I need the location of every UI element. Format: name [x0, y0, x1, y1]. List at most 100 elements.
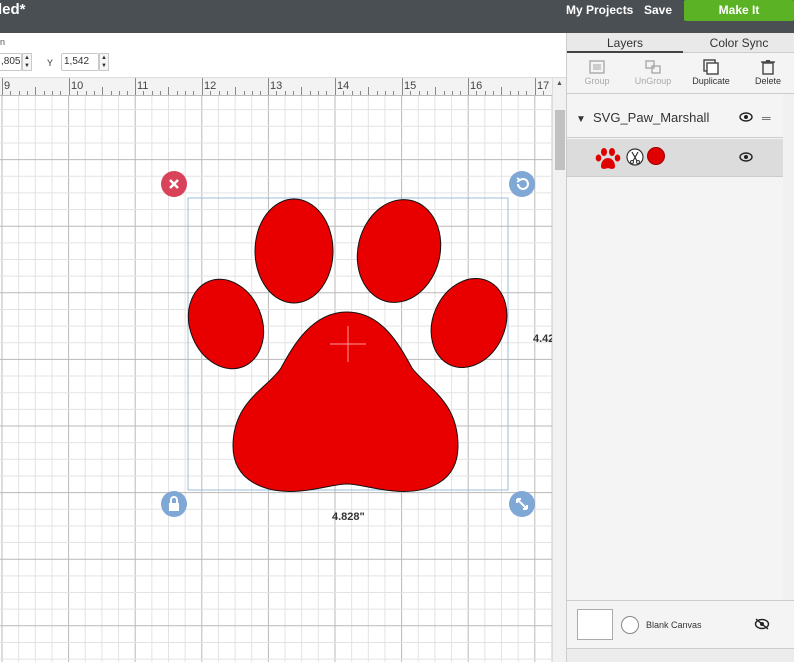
- make-it-button[interactable]: Make It: [684, 0, 794, 21]
- ruler-minor-tick: [102, 87, 103, 95]
- ruler-minor-tick: [60, 91, 61, 95]
- ruler-minor-tick: [10, 91, 11, 95]
- ruler-minor-tick: [193, 91, 194, 95]
- ruler-major-tick: [202, 78, 203, 95]
- paw-print-design[interactable]: [0, 96, 552, 662]
- paw-toe-1: [187, 278, 265, 370]
- delete-handle[interactable]: [161, 171, 187, 197]
- ruler-minor-tick: [301, 87, 302, 95]
- ruler-minor-tick: [35, 87, 36, 95]
- ruler-minor-tick: [252, 91, 253, 95]
- ruler-minor-tick: [510, 91, 511, 95]
- ruler-minor-tick: [185, 91, 186, 95]
- duplicate-label: Duplicate: [692, 76, 730, 86]
- canvas-color-swatch[interactable]: [577, 609, 613, 640]
- ruler-minor-tick: [210, 91, 211, 95]
- ruler-minor-tick: [293, 91, 294, 95]
- ruler-minor-tick: [160, 91, 161, 95]
- ungroup-button[interactable]: UnGroup: [627, 59, 679, 86]
- delete-label: Delete: [754, 76, 781, 86]
- ruler-major-tick: [402, 78, 403, 95]
- ruler-minor-tick: [227, 91, 228, 95]
- ruler-minor-tick: [393, 91, 394, 95]
- eye-hidden-icon[interactable]: [754, 618, 770, 630]
- group-button[interactable]: Group: [571, 59, 623, 86]
- blank-canvas-label: Blank Canvas: [646, 620, 702, 630]
- caret-down-icon[interactable]: ▼: [576, 114, 586, 125]
- close-icon: [169, 179, 179, 189]
- save-button[interactable]: Save: [644, 3, 672, 17]
- ruler-minor-tick: [152, 91, 153, 95]
- ruler-minor-tick: [318, 91, 319, 95]
- canvas-shape-toggle[interactable]: [621, 616, 639, 634]
- ungroup-label: UnGroup: [634, 76, 672, 86]
- trash-icon: [761, 60, 775, 75]
- y-position-input[interactable]: 1,542: [61, 53, 99, 71]
- tab-color-sync[interactable]: Color Sync: [683, 33, 794, 53]
- paw-pad: [232, 311, 459, 492]
- ruler-minor-tick: [343, 91, 344, 95]
- layer-group-name: SVG_Paw_Marshall: [593, 110, 710, 125]
- ruler-minor-tick: [543, 91, 544, 95]
- rotate-handle[interactable]: [509, 171, 535, 197]
- ruler-minor-tick: [260, 91, 261, 95]
- my-projects-link[interactable]: My Projects: [566, 3, 633, 17]
- scissors-icon[interactable]: [626, 148, 644, 166]
- tab-layers[interactable]: Layers: [567, 33, 683, 53]
- ruler-major-tick: [468, 78, 469, 95]
- ruler-minor-tick: [111, 91, 112, 95]
- lock-icon: [169, 496, 179, 511]
- ruler-minor-tick: [127, 91, 128, 95]
- resize-icon: [516, 498, 528, 510]
- ruler-minor-tick: [86, 91, 87, 95]
- ruler-major-tick: [268, 78, 269, 95]
- group-label: Group: [584, 76, 610, 86]
- horizontal-ruler: 9 10 11 12 13 14 15 16 17: [0, 78, 552, 96]
- ruler-major-tick: [135, 78, 136, 95]
- resize-handle[interactable]: [509, 491, 535, 517]
- ruler-minor-tick: [360, 91, 361, 95]
- ruler-minor-tick: [368, 87, 369, 95]
- panel-bottom-toolbar: [567, 648, 794, 662]
- scrollbar-thumb[interactable]: [555, 110, 565, 170]
- lock-handle[interactable]: [161, 491, 187, 517]
- ruler-minor-tick: [493, 91, 494, 95]
- layer-group-row[interactable]: ▼ SVG_Paw_Marshall ═: [567, 100, 783, 138]
- ruler-minor-tick: [119, 91, 120, 95]
- delete-button[interactable]: Delete: [742, 59, 794, 86]
- ruler-minor-tick: [326, 91, 327, 95]
- canvas-vertical-scrollbar[interactable]: ▲: [552, 78, 566, 662]
- ruler-minor-tick: [276, 91, 277, 95]
- height-dimension-label: 4.42: [533, 333, 552, 345]
- eye-icon[interactable]: [739, 112, 753, 122]
- ruler-minor-tick: [518, 91, 519, 95]
- y-position-stepper[interactable]: ▲ ▼: [99, 53, 109, 71]
- panel-scrollbar[interactable]: [783, 94, 794, 604]
- eye-icon[interactable]: [739, 152, 753, 162]
- ruler-minor-tick: [501, 87, 502, 95]
- layer-color-swatch[interactable]: [647, 147, 665, 165]
- blank-canvas-row[interactable]: Blank Canvas: [567, 600, 794, 648]
- ruler-minor-tick: [177, 91, 178, 95]
- ruler-minor-tick: [244, 91, 245, 95]
- duplicate-button[interactable]: Duplicate: [685, 59, 737, 86]
- ruler-minor-tick: [435, 87, 436, 95]
- layer-item[interactable]: [567, 139, 783, 177]
- x-position-stepper[interactable]: ▲ ▼: [22, 53, 32, 71]
- design-canvas[interactable]: 4.828" 4.42: [0, 96, 552, 662]
- scroll-up-arrow[interactable]: ▲: [556, 80, 563, 87]
- ruler-minor-tick: [143, 91, 144, 95]
- drag-handle-icon[interactable]: ═: [762, 111, 771, 125]
- panel-tabs: Layers Color Sync: [567, 33, 794, 53]
- ruler-major-tick: [335, 78, 336, 95]
- ruler-minor-tick: [444, 91, 445, 95]
- x-position-input[interactable]: ,805: [0, 53, 22, 71]
- paw-toe-2: [254, 198, 334, 304]
- ruler-minor-tick: [168, 87, 169, 95]
- ruler-major-tick: [2, 78, 3, 95]
- ruler-minor-tick: [452, 91, 453, 95]
- ruler-minor-tick: [385, 91, 386, 95]
- ruler-minor-tick: [235, 87, 236, 95]
- layers-panel: Layers Color Sync Group UnGroup Duplicat…: [566, 33, 794, 662]
- duplicate-icon: [703, 59, 719, 75]
